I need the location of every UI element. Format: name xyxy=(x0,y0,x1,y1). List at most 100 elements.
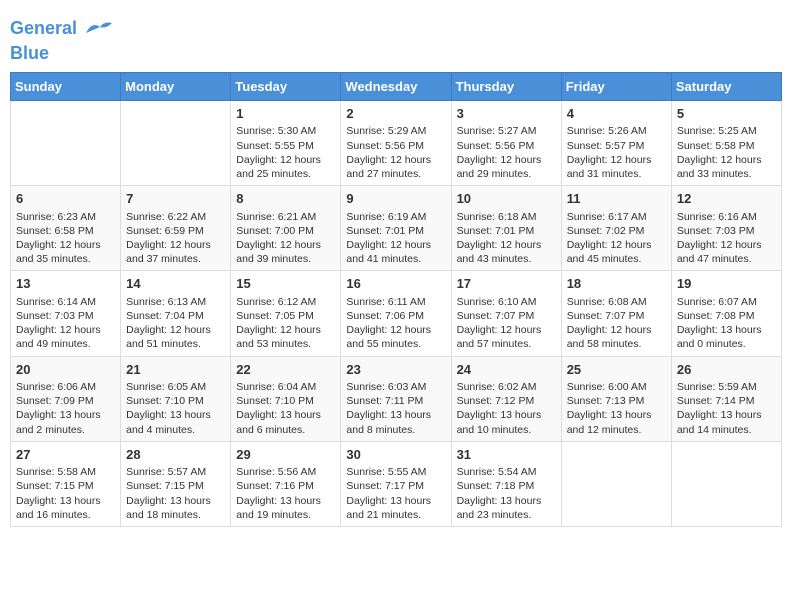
day-info: Sunrise: 5:27 AM xyxy=(457,124,556,138)
calendar-cell: 27Sunrise: 5:58 AMSunset: 7:15 PMDayligh… xyxy=(11,441,121,526)
weekday-header-wednesday: Wednesday xyxy=(341,72,451,100)
day-number: 30 xyxy=(346,446,445,464)
day-number: 16 xyxy=(346,275,445,293)
day-info: Daylight: 12 hours xyxy=(346,323,445,337)
day-info: Sunrise: 5:29 AM xyxy=(346,124,445,138)
day-info: Sunset: 7:00 PM xyxy=(236,224,335,238)
day-info: and 25 minutes. xyxy=(236,167,335,181)
day-info: Sunrise: 6:04 AM xyxy=(236,380,335,394)
day-number: 28 xyxy=(126,446,225,464)
day-number: 9 xyxy=(346,190,445,208)
day-info: Sunrise: 6:03 AM xyxy=(346,380,445,394)
day-info: Sunset: 6:59 PM xyxy=(126,224,225,238)
calendar-cell: 23Sunrise: 6:03 AMSunset: 7:11 PMDayligh… xyxy=(341,356,451,441)
day-info: Daylight: 12 hours xyxy=(16,323,115,337)
day-info: Daylight: 13 hours xyxy=(457,408,556,422)
day-info: Sunset: 7:10 PM xyxy=(126,394,225,408)
day-info: Daylight: 13 hours xyxy=(346,494,445,508)
day-info: Sunrise: 5:56 AM xyxy=(236,465,335,479)
day-info: Sunset: 7:01 PM xyxy=(457,224,556,238)
day-info: Sunrise: 5:58 AM xyxy=(16,465,115,479)
calendar-cell: 16Sunrise: 6:11 AMSunset: 7:06 PMDayligh… xyxy=(341,271,451,356)
day-number: 21 xyxy=(126,361,225,379)
day-info: Daylight: 12 hours xyxy=(567,323,666,337)
day-number: 31 xyxy=(457,446,556,464)
day-number: 7 xyxy=(126,190,225,208)
day-info: Sunrise: 6:19 AM xyxy=(346,210,445,224)
day-number: 29 xyxy=(236,446,335,464)
calendar-cell: 31Sunrise: 5:54 AMSunset: 7:18 PMDayligh… xyxy=(451,441,561,526)
day-info: and 55 minutes. xyxy=(346,337,445,351)
day-info: Daylight: 13 hours xyxy=(236,408,335,422)
calendar-cell: 6Sunrise: 6:23 AMSunset: 6:58 PMDaylight… xyxy=(11,186,121,271)
weekday-header-sunday: Sunday xyxy=(11,72,121,100)
day-info: Sunrise: 5:26 AM xyxy=(567,124,666,138)
day-number: 14 xyxy=(126,275,225,293)
day-info: and 49 minutes. xyxy=(16,337,115,351)
day-number: 22 xyxy=(236,361,335,379)
day-info: Sunrise: 6:06 AM xyxy=(16,380,115,394)
day-info: Sunrise: 6:16 AM xyxy=(677,210,776,224)
calendar-cell: 17Sunrise: 6:10 AMSunset: 7:07 PMDayligh… xyxy=(451,271,561,356)
day-info: Sunrise: 6:07 AM xyxy=(677,295,776,309)
day-number: 18 xyxy=(567,275,666,293)
calendar-week-5: 27Sunrise: 5:58 AMSunset: 7:15 PMDayligh… xyxy=(11,441,782,526)
calendar-cell: 9Sunrise: 6:19 AMSunset: 7:01 PMDaylight… xyxy=(341,186,451,271)
day-number: 25 xyxy=(567,361,666,379)
calendar-cell: 29Sunrise: 5:56 AMSunset: 7:16 PMDayligh… xyxy=(231,441,341,526)
day-info: Sunrise: 6:08 AM xyxy=(567,295,666,309)
day-info: Sunset: 5:55 PM xyxy=(236,139,335,153)
day-info: Daylight: 12 hours xyxy=(457,323,556,337)
day-info: Sunset: 7:10 PM xyxy=(236,394,335,408)
day-info: Daylight: 13 hours xyxy=(16,408,115,422)
weekday-header-monday: Monday xyxy=(121,72,231,100)
calendar-cell: 18Sunrise: 6:08 AMSunset: 7:07 PMDayligh… xyxy=(561,271,671,356)
day-info: Daylight: 13 hours xyxy=(457,494,556,508)
day-info: Daylight: 12 hours xyxy=(457,238,556,252)
calendar-cell: 4Sunrise: 5:26 AMSunset: 5:57 PMDaylight… xyxy=(561,100,671,185)
day-info: Daylight: 12 hours xyxy=(567,153,666,167)
calendar-week-4: 20Sunrise: 6:06 AMSunset: 7:09 PMDayligh… xyxy=(11,356,782,441)
day-info: Sunrise: 6:00 AM xyxy=(567,380,666,394)
day-info: and 58 minutes. xyxy=(567,337,666,351)
day-info: Sunrise: 6:23 AM xyxy=(16,210,115,224)
day-info: Daylight: 12 hours xyxy=(126,323,225,337)
day-info: Sunset: 5:57 PM xyxy=(567,139,666,153)
day-number: 24 xyxy=(457,361,556,379)
day-info: Sunrise: 5:25 AM xyxy=(677,124,776,138)
day-info: Sunset: 7:14 PM xyxy=(677,394,776,408)
day-info: and 29 minutes. xyxy=(457,167,556,181)
day-info: Daylight: 12 hours xyxy=(16,238,115,252)
calendar-cell: 30Sunrise: 5:55 AMSunset: 7:17 PMDayligh… xyxy=(341,441,451,526)
day-info: and 35 minutes. xyxy=(16,252,115,266)
day-number: 20 xyxy=(16,361,115,379)
day-info: Daylight: 12 hours xyxy=(346,153,445,167)
day-info: Sunset: 7:04 PM xyxy=(126,309,225,323)
day-info: and 2 minutes. xyxy=(16,423,115,437)
calendar-week-3: 13Sunrise: 6:14 AMSunset: 7:03 PMDayligh… xyxy=(11,271,782,356)
day-info: and 10 minutes. xyxy=(457,423,556,437)
logo: General Blue xyxy=(10,14,114,64)
day-info: Sunset: 5:56 PM xyxy=(346,139,445,153)
day-info: Sunrise: 6:18 AM xyxy=(457,210,556,224)
weekday-header-thursday: Thursday xyxy=(451,72,561,100)
day-info: and 37 minutes. xyxy=(126,252,225,266)
day-info: Sunset: 7:12 PM xyxy=(457,394,556,408)
day-info: Sunrise: 6:22 AM xyxy=(126,210,225,224)
calendar-table: SundayMondayTuesdayWednesdayThursdayFrid… xyxy=(10,72,782,527)
calendar-cell: 21Sunrise: 6:05 AMSunset: 7:10 PMDayligh… xyxy=(121,356,231,441)
day-number: 23 xyxy=(346,361,445,379)
day-info: Sunset: 7:08 PM xyxy=(677,309,776,323)
day-info: Daylight: 13 hours xyxy=(126,408,225,422)
logo-general: General xyxy=(10,18,77,38)
calendar-cell: 19Sunrise: 6:07 AMSunset: 7:08 PMDayligh… xyxy=(671,271,781,356)
day-info: Sunset: 7:16 PM xyxy=(236,479,335,493)
calendar-cell: 8Sunrise: 6:21 AMSunset: 7:00 PMDaylight… xyxy=(231,186,341,271)
day-info: Sunset: 7:11 PM xyxy=(346,394,445,408)
day-info: Sunrise: 6:21 AM xyxy=(236,210,335,224)
day-info: and 18 minutes. xyxy=(126,508,225,522)
day-number: 19 xyxy=(677,275,776,293)
day-info: Daylight: 13 hours xyxy=(236,494,335,508)
day-info: Daylight: 12 hours xyxy=(236,238,335,252)
day-info: and 31 minutes. xyxy=(567,167,666,181)
